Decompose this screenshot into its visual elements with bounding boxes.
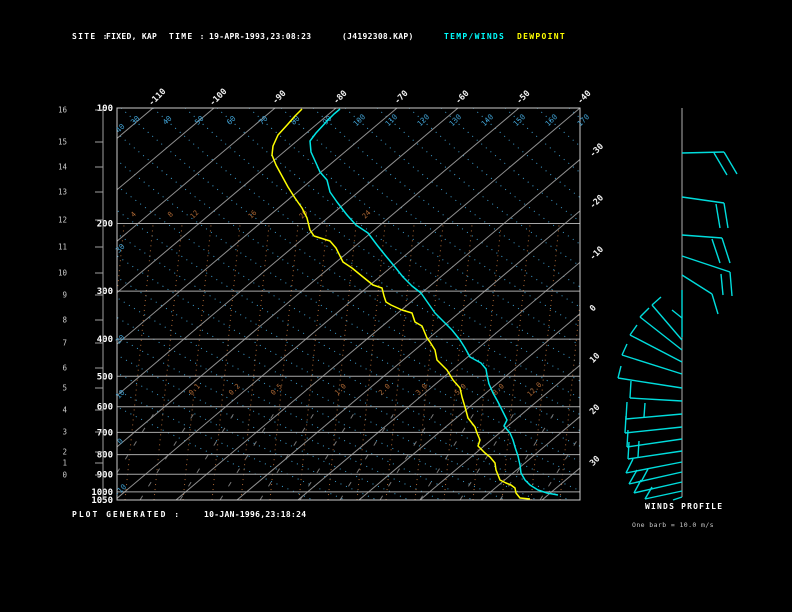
svg-text:8: 8 — [166, 210, 175, 219]
pressure-axis-labels: 10020030040050060070080090010001050 — [91, 104, 113, 506]
svg-text:30: 30 — [588, 454, 602, 468]
svg-text:700: 700 — [97, 428, 113, 438]
svg-text:40: 40 — [114, 122, 127, 135]
svg-text:-30: -30 — [588, 142, 606, 160]
svg-text:100: 100 — [351, 112, 367, 128]
svg-text:10: 10 — [588, 351, 602, 365]
svg-text:12.0: 12.0 — [526, 381, 544, 399]
svg-text:4: 4 — [62, 406, 67, 415]
svg-text:600: 600 — [97, 403, 113, 413]
svg-text:20: 20 — [588, 403, 602, 417]
svg-text:60: 60 — [225, 114, 238, 127]
svg-text:2.0: 2.0 — [377, 382, 392, 397]
svg-text:3.0: 3.0 — [414, 382, 429, 397]
plot-generated-value: 10-JAN-1996,23:18:24 — [204, 510, 307, 519]
svg-text:-60: -60 — [454, 89, 472, 107]
svg-text:500: 500 — [97, 372, 113, 382]
svg-text:-20: -20 — [588, 193, 606, 211]
svg-text:-100: -100 — [208, 87, 230, 109]
svg-text:7: 7 — [62, 339, 67, 348]
svg-text:2: 2 — [62, 448, 67, 457]
svg-text:16: 16 — [247, 209, 259, 221]
svg-text:-10: -10 — [588, 245, 606, 263]
svg-text:70: 70 — [257, 114, 270, 127]
winds-profile-title: WINDS PROFILE — [645, 502, 724, 511]
svg-text:160: 160 — [543, 112, 559, 128]
svg-text:150: 150 — [511, 112, 527, 128]
svg-text:3: 3 — [62, 428, 67, 437]
svg-text:170: 170 — [575, 112, 591, 128]
svg-text:0: 0 — [588, 303, 599, 314]
svg-text:9: 9 — [62, 291, 67, 300]
svg-text:11: 11 — [58, 243, 67, 252]
svg-text:300: 300 — [97, 287, 113, 297]
svg-text:15: 15 — [58, 138, 67, 147]
svg-text:12: 12 — [189, 209, 201, 221]
skewt-app-screen: SITE : FIXED, KAP TIME : 19-APR-1993,23:… — [0, 0, 792, 612]
svg-text:30: 30 — [129, 114, 142, 127]
height-axis: 161514131211109876543210 — [58, 106, 104, 500]
plot-generated-label: PLOT GENERATED : — [72, 510, 182, 519]
svg-text:0: 0 — [62, 471, 67, 480]
svg-text:120: 120 — [415, 112, 431, 128]
svg-text:6: 6 — [62, 364, 67, 373]
svg-text:140: 140 — [479, 112, 495, 128]
svg-text:40: 40 — [161, 114, 174, 127]
svg-text:1.0: 1.0 — [333, 382, 348, 397]
svg-text:14: 14 — [58, 163, 68, 172]
svg-text:200: 200 — [97, 220, 113, 230]
svg-text:-40: -40 — [576, 89, 594, 107]
svg-text:10: 10 — [58, 269, 68, 278]
svg-text:0.1: 0.1 — [187, 382, 202, 397]
svg-text:12: 12 — [58, 216, 67, 225]
svg-text:110: 110 — [383, 112, 399, 128]
svg-text:100: 100 — [97, 104, 113, 114]
svg-text:20: 20 — [114, 333, 127, 346]
svg-text:-110: -110 — [147, 87, 169, 109]
svg-text:0.5: 0.5 — [269, 382, 284, 397]
svg-text:1050: 1050 — [91, 496, 113, 506]
mixing-labels: 0.1 0.2 0.5 1.0 2.0 3.0 5.0 8.0 12.04 8 12 16 20 24 — [129, 209, 543, 399]
svg-text:-90: -90 — [271, 89, 289, 107]
svg-text:4: 4 — [129, 210, 138, 219]
svg-text:30: 30 — [114, 242, 127, 255]
svg-text:16: 16 — [58, 106, 68, 115]
svg-text:-70: -70 — [393, 89, 411, 107]
svg-text:8: 8 — [62, 316, 67, 325]
adiabat-labels: 30 40 50 60 70 80 90 100 110 120 130 140 150 160 17040… — [112, 112, 591, 498]
svg-text:10: 10 — [114, 388, 127, 401]
svg-text:400: 400 — [97, 335, 113, 345]
svg-text:1: 1 — [62, 459, 67, 468]
svg-text:-80: -80 — [332, 89, 350, 107]
wind-barbs — [617, 108, 738, 501]
winds-profile-caption: One barb = 10.0 m/s — [632, 521, 714, 529]
svg-text:13: 13 — [58, 188, 67, 197]
svg-text:-50: -50 — [515, 89, 533, 107]
svg-text:24: 24 — [361, 209, 373, 221]
svg-text:5: 5 — [62, 384, 67, 393]
